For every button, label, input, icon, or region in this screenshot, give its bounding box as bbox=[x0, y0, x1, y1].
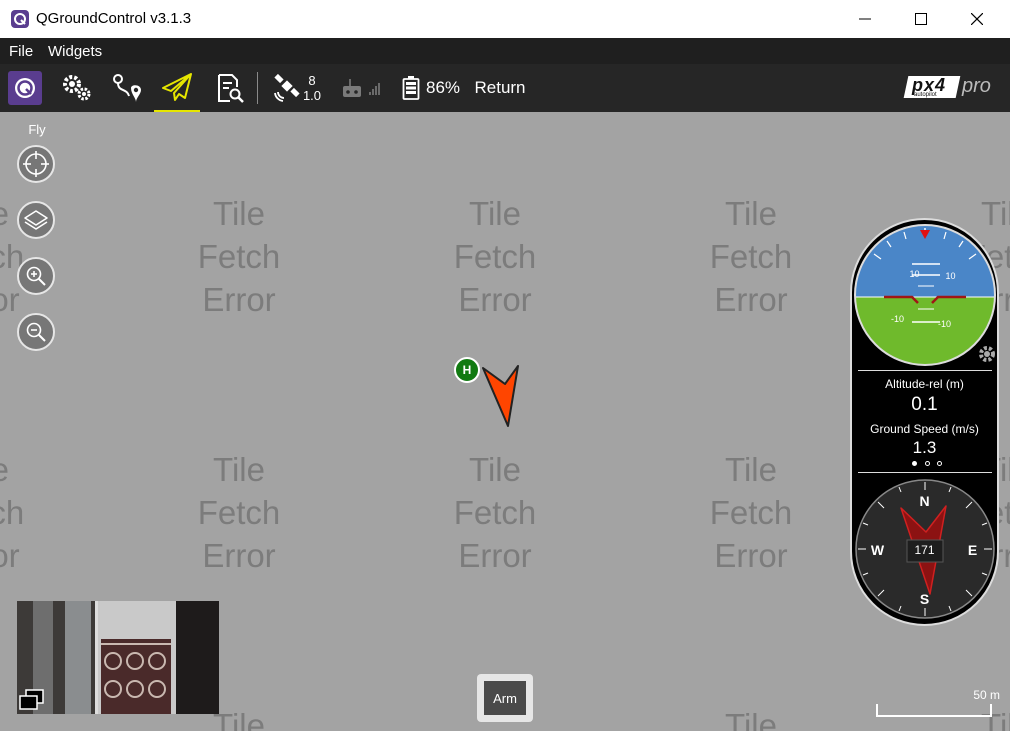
zoom-in-button[interactable] bbox=[17, 257, 55, 295]
px4-logo-subtext: autopilot bbox=[914, 92, 937, 98]
pitch-label: 10 bbox=[945, 271, 956, 281]
close-button[interactable] bbox=[954, 0, 1000, 38]
title-bar: QGroundControl v3.1.3 bbox=[0, 0, 1010, 38]
qgc-menu-button[interactable] bbox=[6, 64, 44, 112]
battery-indicator[interactable]: 86% bbox=[402, 64, 466, 112]
tile-error: TileFetchError bbox=[197, 451, 281, 574]
map-layers-button[interactable] bbox=[17, 201, 55, 239]
signal-bars-icon bbox=[369, 83, 380, 95]
rc-rssi-indicator[interactable] bbox=[338, 64, 386, 112]
home-marker[interactable]: H bbox=[454, 357, 480, 383]
window-title: QGroundControl v3.1.3 bbox=[36, 10, 192, 27]
main-toolbar: 8 1.0 86% Return px4 autopilot pro bbox=[0, 64, 1010, 112]
close-icon bbox=[971, 13, 983, 25]
tile-error: TileFetchError bbox=[0, 451, 25, 574]
balcony-railing bbox=[101, 643, 171, 698]
compass-north: N bbox=[919, 493, 930, 509]
arm-button[interactable]: Arm bbox=[484, 681, 526, 715]
minimize-icon bbox=[859, 18, 871, 20]
menu-file[interactable]: File bbox=[9, 43, 33, 60]
compass-south: S bbox=[919, 591, 930, 607]
gps-satellite-count: 8 bbox=[308, 73, 316, 88]
rc-transmitter-icon bbox=[343, 79, 361, 97]
ground-speed-label: Ground Speed (m/s) bbox=[870, 422, 979, 436]
qgc-app-icon bbox=[11, 10, 29, 28]
flight-mode-selector[interactable]: Return bbox=[472, 64, 528, 112]
attitude-indicator bbox=[854, 224, 996, 366]
window-toggle-icon[interactable] bbox=[19, 689, 45, 711]
tile-error: TileFetchError bbox=[709, 451, 793, 574]
gears-icon bbox=[63, 75, 91, 101]
ground-speed-value: 1.3 bbox=[912, 438, 937, 457]
crosshair-icon bbox=[23, 151, 49, 177]
heading-value: 171 bbox=[914, 543, 935, 557]
document-search-icon bbox=[218, 74, 244, 103]
px4-pro-logo: px4 autopilot pro bbox=[903, 74, 1006, 102]
plan-route-icon bbox=[113, 74, 141, 102]
gps-hdop: 1.0 bbox=[302, 88, 322, 103]
paper-plane-icon bbox=[162, 73, 192, 101]
layers-icon bbox=[24, 210, 48, 230]
tile-error: Tile bbox=[725, 707, 777, 731]
analyze-view-button[interactable] bbox=[208, 64, 250, 112]
panel-divider bbox=[858, 472, 992, 473]
map-scale-bar bbox=[876, 704, 992, 717]
toolbar-divider bbox=[257, 72, 258, 104]
plan-view-button[interactable] bbox=[106, 64, 148, 112]
altitude-label: Altitude-rel (m) bbox=[885, 377, 964, 391]
satellite-icon bbox=[274, 74, 300, 102]
vehicle-marker-icon[interactable] bbox=[480, 362, 524, 430]
battery-icon bbox=[402, 76, 420, 100]
fly-tools-label: Fly bbox=[28, 122, 46, 137]
instrument-panel: 10 10 -10 -10 Altitude-rel (m) 0.1 Groun… bbox=[850, 218, 999, 626]
fly-view-button[interactable] bbox=[154, 64, 200, 112]
gps-indicator[interactable]: 8 1.0 bbox=[270, 64, 324, 112]
panel-divider bbox=[858, 370, 992, 371]
minimize-button[interactable] bbox=[842, 0, 888, 38]
tile-error: TileFetchError bbox=[453, 195, 537, 318]
center-map-button[interactable] bbox=[17, 145, 55, 183]
video-thumbnail[interactable] bbox=[17, 601, 219, 714]
battery-percent: 86% bbox=[426, 78, 461, 97]
zoom-out-button[interactable] bbox=[17, 313, 55, 351]
value-page-dots[interactable] bbox=[912, 461, 942, 469]
pro-logo-text: pro bbox=[962, 75, 991, 97]
zoom-in-icon bbox=[26, 266, 46, 286]
maximize-button[interactable] bbox=[898, 0, 944, 38]
tile-error: TileFetchError bbox=[197, 195, 281, 318]
menu-bar: File Widgets bbox=[0, 38, 1010, 64]
gear-icon[interactable] bbox=[976, 343, 998, 365]
menu-widgets[interactable]: Widgets bbox=[48, 43, 102, 60]
altitude-value: 0.1 bbox=[911, 394, 938, 415]
qgc-logo-icon bbox=[8, 71, 42, 105]
pitch-label: -10 bbox=[937, 319, 951, 329]
tile-error: TileFetchError bbox=[453, 451, 537, 574]
tile-error: TileFetchError bbox=[709, 195, 793, 318]
maximize-icon bbox=[915, 13, 927, 25]
zoom-out-icon bbox=[26, 322, 46, 342]
map-scale-label: 50 m bbox=[973, 688, 1000, 702]
vehicle-setup-button[interactable] bbox=[58, 64, 96, 112]
